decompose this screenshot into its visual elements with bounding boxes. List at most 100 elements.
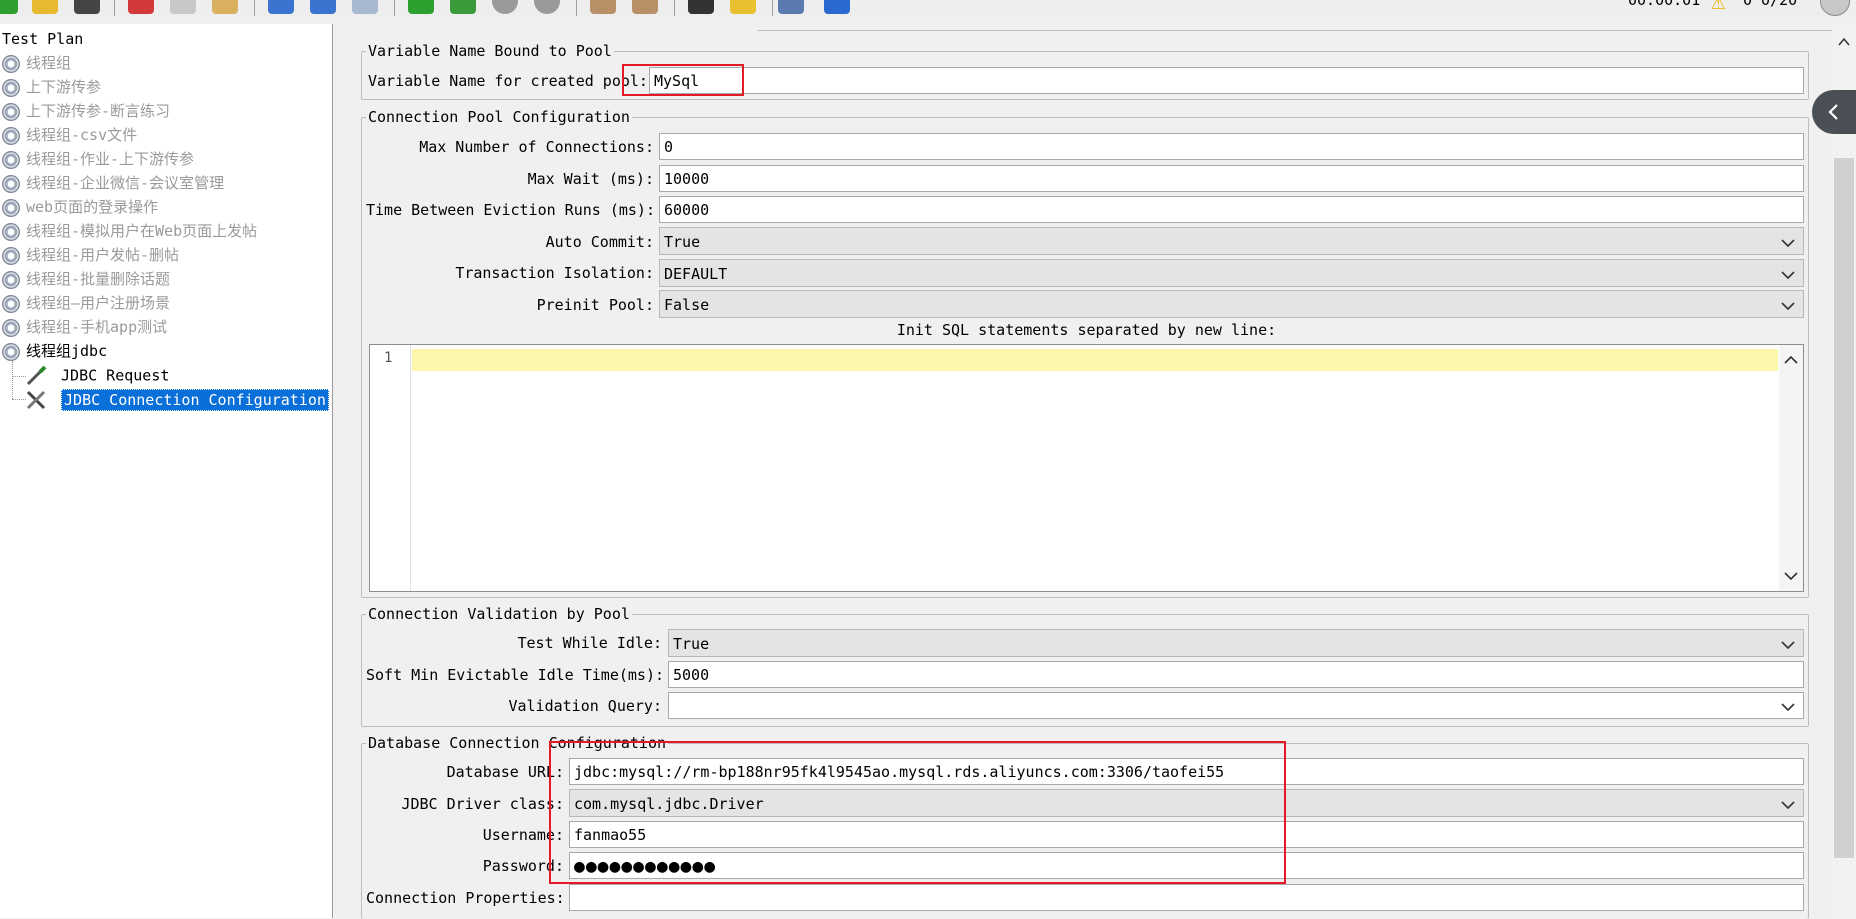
clear-icon[interactable] bbox=[590, 0, 616, 14]
copy-icon[interactable] bbox=[170, 0, 196, 14]
open-icon[interactable] bbox=[32, 0, 58, 14]
thread-group-icon bbox=[2, 102, 20, 121]
username-label: Username: bbox=[482, 826, 564, 844]
chevron-down-icon[interactable] bbox=[1784, 567, 1798, 585]
search-icon[interactable] bbox=[688, 0, 714, 14]
tree-item-thread-group[interactable]: 上下游传参 bbox=[2, 76, 101, 98]
test-while-idle-value: True bbox=[673, 635, 710, 653]
scrollbar-thumb[interactable] bbox=[1834, 158, 1854, 858]
driver-class-label: JDBC Driver class: bbox=[401, 795, 564, 813]
eviction-runs-input[interactable]: 60000 bbox=[659, 196, 1804, 223]
tree-item-thread-group[interactable]: 线程组—用户注册场景 bbox=[2, 292, 170, 314]
transaction-isolation-label: Transaction Isolation: bbox=[455, 264, 654, 282]
tree-item-thread-group[interactable]: 线程组-作业-上下游传参 bbox=[2, 148, 194, 170]
tree-item-label: 上下游传参 bbox=[26, 78, 102, 96]
tree-root-label: Test Plan bbox=[2, 30, 84, 48]
test-while-idle-select[interactable]: True bbox=[668, 629, 1804, 657]
thread-group-icon bbox=[2, 222, 20, 241]
thread-group-icon bbox=[2, 246, 20, 265]
transaction-isolation-select[interactable]: DEFAULT bbox=[659, 259, 1804, 287]
connection-properties-input[interactable] bbox=[569, 884, 1804, 911]
cut-icon[interactable] bbox=[128, 0, 154, 14]
tree-item-jdbc-request[interactable]: JDBC Request bbox=[24, 364, 169, 386]
init-sql-editor[interactable]: 1 bbox=[369, 344, 1804, 592]
editor-scrollbar[interactable] bbox=[1779, 345, 1803, 591]
expand-icon[interactable] bbox=[268, 0, 294, 14]
init-sql-label: Init SQL statements separated by new lin… bbox=[896, 321, 1277, 339]
section-title: Variable Name Bound to Pool bbox=[368, 42, 612, 60]
tree-item-thread-group[interactable]: 线程组-模拟用户在Web页面上发帖 bbox=[2, 220, 257, 242]
tree-item-label: 线程组-用户发帖-删帖 bbox=[26, 246, 180, 264]
tree-item-thread-group[interactable]: 线程组 bbox=[2, 52, 71, 74]
start-icon[interactable] bbox=[408, 0, 434, 14]
start-no-pauses-icon[interactable] bbox=[450, 0, 476, 14]
database-url-label: Database URL: bbox=[446, 763, 564, 781]
tree-item-label: 线程组-作业-上下游传参 bbox=[26, 150, 195, 168]
clear-all-icon[interactable] bbox=[632, 0, 658, 14]
shutdown-icon[interactable] bbox=[534, 0, 560, 14]
line-number: 1 bbox=[384, 350, 393, 366]
tree-item-thread-group[interactable]: 线程组-csv文件 bbox=[2, 124, 137, 146]
tree-item-label: 线程组-csv文件 bbox=[26, 126, 138, 144]
collapse-icon[interactable] bbox=[310, 0, 336, 14]
username-input[interactable]: fanmao55 bbox=[569, 821, 1804, 848]
chevron-up-icon[interactable] bbox=[1838, 32, 1850, 50]
pool-var-input[interactable]: MySql bbox=[649, 67, 1804, 94]
driver-class-select[interactable]: com.mysql.jdbc.Driver bbox=[569, 789, 1804, 817]
database-url-input[interactable]: jdbc:mysql://rm-bp188nr95fk4l9545ao.mysq… bbox=[569, 758, 1804, 785]
tree-item-thread-group[interactable]: 线程组-企业微信-会议室管理 bbox=[2, 172, 224, 194]
warning-icon[interactable]: ⚠ bbox=[1711, 0, 1725, 15]
password-label: Password: bbox=[482, 857, 564, 875]
function-helper-icon[interactable] bbox=[778, 0, 804, 14]
tree-item-thread-group[interactable]: 线程组-手机app测试 bbox=[2, 316, 167, 338]
tree-root-test-plan[interactable]: Test Plan bbox=[2, 28, 83, 50]
chevron-up-icon[interactable] bbox=[1784, 351, 1798, 369]
password-input[interactable]: ●●●●●●●●●●●● bbox=[569, 852, 1804, 879]
tree-item-label: 线程组 bbox=[26, 54, 72, 72]
stop-icon[interactable] bbox=[492, 0, 518, 14]
save-icon[interactable] bbox=[74, 0, 100, 14]
connection-properties-label: Connection Properties: bbox=[366, 889, 565, 907]
new-icon[interactable] bbox=[0, 0, 18, 14]
chevron-down-icon bbox=[1781, 790, 1795, 818]
tree-item-jdbc-connection-configuration[interactable]: JDBC Connection Configuration bbox=[24, 388, 329, 412]
remote-status-icon[interactable] bbox=[1820, 0, 1850, 16]
soft-min-idle-input[interactable]: 5000 bbox=[668, 661, 1804, 688]
tree-item-thread-group[interactable]: web页面的登录操作 bbox=[2, 196, 158, 218]
tree-item-thread-group[interactable]: 上下游传参-断言练习 bbox=[2, 100, 170, 122]
toggle-icon[interactable] bbox=[352, 0, 378, 14]
tree-item-label: 线程组-模拟用户在Web页面上发帖 bbox=[26, 222, 258, 240]
auto-commit-select[interactable]: True bbox=[659, 227, 1804, 255]
elapsed-timer: 00:00:01 bbox=[1628, 0, 1701, 9]
side-collapse-button[interactable] bbox=[1812, 90, 1856, 134]
soft-min-idle-label: Soft Min Evictable Idle Time(ms): bbox=[366, 666, 665, 684]
paste-icon[interactable] bbox=[212, 0, 238, 14]
reset-search-icon[interactable] bbox=[730, 0, 756, 14]
eviction-runs-label: Time Between Eviction Runs (ms): bbox=[366, 201, 655, 219]
max-wait-input[interactable]: 10000 bbox=[659, 165, 1804, 192]
thread-counts: 0 0/20 bbox=[1743, 0, 1798, 9]
thread-group-icon bbox=[2, 270, 20, 289]
auto-commit-label: Auto Commit: bbox=[545, 233, 654, 251]
chevron-down-icon bbox=[1781, 291, 1795, 319]
help-icon[interactable] bbox=[824, 0, 850, 14]
tree-item-thread-group[interactable]: 线程组jdbc bbox=[2, 340, 107, 362]
preinit-pool-select[interactable]: False bbox=[659, 290, 1804, 318]
jdbc-request-icon bbox=[24, 364, 48, 388]
max-connections-input[interactable]: 0 bbox=[659, 133, 1804, 160]
max-wait-label: Max Wait (ms): bbox=[527, 170, 654, 188]
auto-commit-value: True bbox=[664, 233, 701, 251]
thread-group-icon bbox=[2, 78, 20, 97]
tree-item-label: 线程组jdbc bbox=[26, 342, 108, 360]
chevron-down-icon bbox=[1781, 260, 1795, 288]
test-while-idle-label: Test While Idle: bbox=[517, 634, 663, 652]
tree-item-thread-group[interactable]: 线程组-批量删除话题 bbox=[2, 268, 170, 290]
validation-query-select[interactable] bbox=[668, 692, 1804, 719]
validation-query-label: Validation Query: bbox=[508, 697, 662, 715]
thread-group-icon bbox=[2, 342, 20, 361]
preinit-pool-label: Preinit Pool: bbox=[536, 296, 654, 314]
tree-item-label-selected: JDBC Connection Configuration bbox=[61, 388, 329, 411]
max-connections-label: Max Number of Connections: bbox=[419, 138, 654, 156]
tree-item-thread-group[interactable]: 线程组-用户发帖-删帖 bbox=[2, 244, 179, 266]
config-element-icon bbox=[24, 388, 48, 412]
